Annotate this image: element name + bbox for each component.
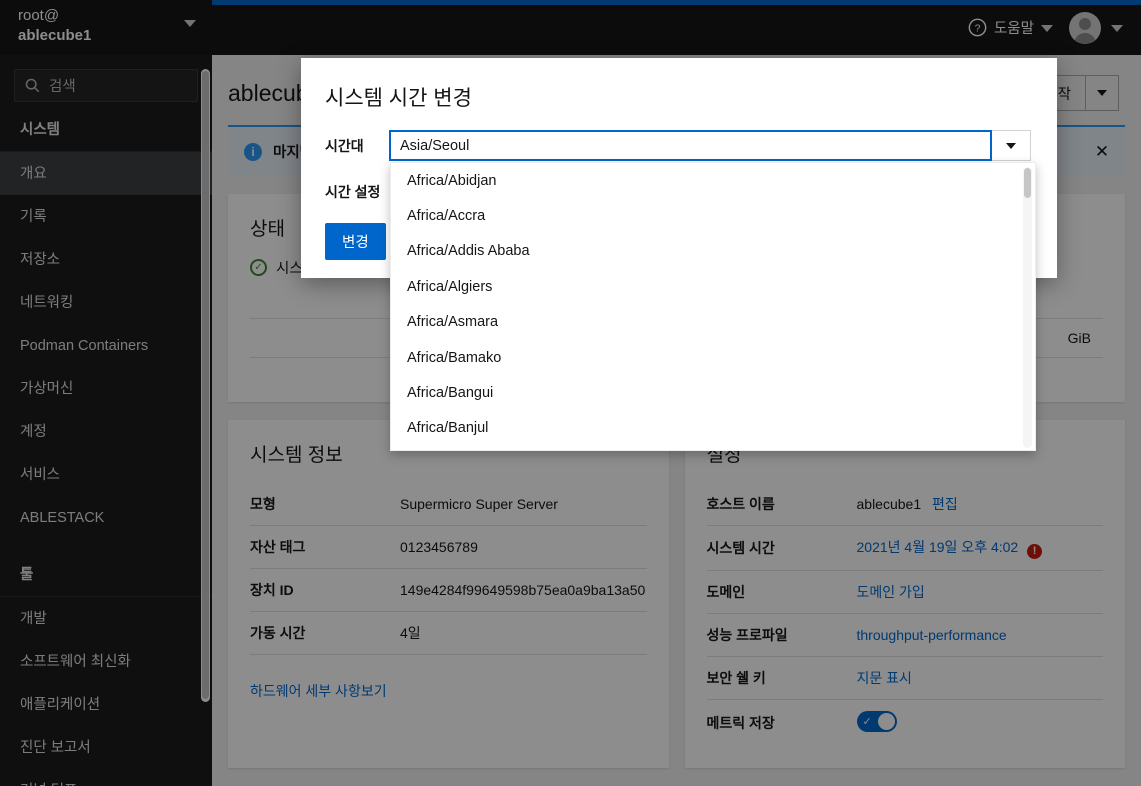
chevron-down-icon [1006,142,1016,149]
timezone-dropdown-toggle[interactable] [992,130,1031,161]
dropdown-scrollbar-thumb[interactable] [1024,168,1031,198]
list-item[interactable]: Africa/Abidjan [391,163,1035,198]
list-item[interactable]: Africa/Accra [391,198,1035,233]
timezone-options-list[interactable]: Africa/Abidjan Africa/Accra Africa/Addis… [390,162,1036,451]
list-item[interactable]: Africa/Algiers [391,269,1035,304]
timezone-label: 시간대 [325,137,364,154]
timezone-input[interactable] [389,130,992,161]
list-item[interactable]: Africa/Banjul [391,411,1035,446]
list-item[interactable]: Africa/Bangui [391,375,1035,410]
list-item[interactable]: Africa/Bamako [391,340,1035,375]
dialog-title: 시스템 시간 변경 [325,87,472,110]
timezone-form-row: 시간대 [301,130,1057,161]
change-button[interactable]: 변경 [325,223,386,260]
list-item[interactable]: Africa/Asmara [391,305,1035,340]
list-item[interactable]: Africa/Addis Ababa [391,234,1035,269]
time-mode-label: 시간 설정 [325,184,381,200]
dropdown-scrollbar[interactable] [1023,167,1032,448]
